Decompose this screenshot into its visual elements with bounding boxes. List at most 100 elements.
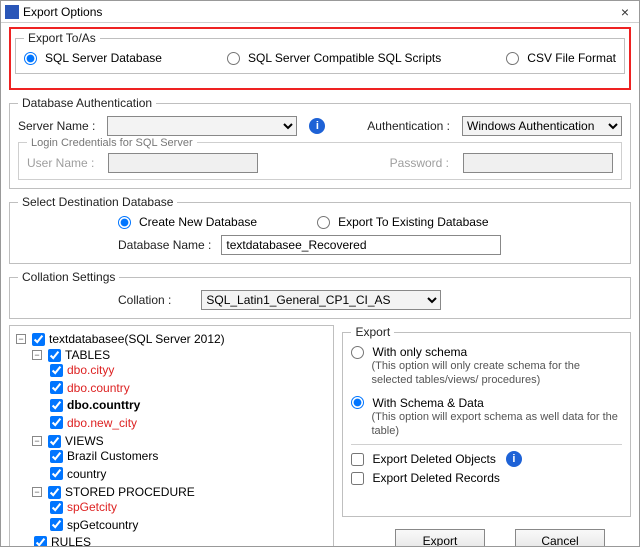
radio-csv-label: CSV File Format xyxy=(527,51,616,65)
tree-check[interactable] xyxy=(50,399,63,412)
check-deleted-objects-input[interactable] xyxy=(351,453,364,466)
server-name-select[interactable] xyxy=(107,116,297,136)
export-button[interactable]: Export xyxy=(395,529,485,547)
check-deleted-records-label: Export Deleted Records xyxy=(372,471,499,485)
radio-schema-data[interactable]: With Schema & Data xyxy=(351,396,622,410)
radio-schema-only-label: With only schema xyxy=(372,345,467,359)
username-input xyxy=(108,153,258,173)
db-name-label: Database Name : xyxy=(118,238,211,252)
tree-item-label: dbo.counttry xyxy=(67,398,140,412)
export-to-legend: Export To/As xyxy=(24,31,100,45)
tree-item-label: RULES xyxy=(51,535,91,547)
password-label: Password : xyxy=(390,156,449,170)
tree-item-label: dbo.cityy xyxy=(67,363,114,377)
tree-table-item[interactable]: dbo.counttry xyxy=(48,398,140,412)
radio-create-new-db-input[interactable] xyxy=(118,216,131,229)
tree-check[interactable] xyxy=(50,416,63,429)
object-tree[interactable]: − textdatabasee(SQL Server 2012) − TABLE… xyxy=(9,325,334,547)
radio-create-new-db[interactable]: Create New Database xyxy=(118,215,257,229)
radio-create-new-db-label: Create New Database xyxy=(139,215,257,229)
server-name-label: Server Name : xyxy=(18,119,95,133)
tree-views-check[interactable] xyxy=(48,435,61,448)
tree-tables-label: TABLES xyxy=(65,348,110,362)
radio-sql-server-db-input[interactable] xyxy=(24,52,37,65)
tree-tables[interactable]: − TABLES xyxy=(32,348,110,362)
separator xyxy=(351,444,622,445)
tree-views-label: VIEWS xyxy=(65,434,104,448)
check-deleted-objects-label: Export Deleted Objects xyxy=(372,452,495,466)
login-credentials-title: Login Credentials for SQL Server xyxy=(27,137,197,149)
export-to-group: Export To/As SQL Server Database SQL Ser… xyxy=(15,31,625,74)
radio-schema-only-input[interactable] xyxy=(351,346,364,359)
tree-view-item[interactable]: Brazil Customers xyxy=(48,449,158,463)
app-icon xyxy=(5,5,19,19)
tree-tables-check[interactable] xyxy=(48,349,61,362)
login-credentials-group: Login Credentials for SQL Server User Na… xyxy=(18,142,622,180)
export-to-highlight: Export To/As SQL Server Database SQL Ser… xyxy=(9,27,631,90)
tree-check[interactable] xyxy=(34,536,47,547)
destination-legend: Select Destination Database xyxy=(18,195,177,209)
collapse-icon[interactable]: − xyxy=(32,487,42,497)
tree-views[interactable]: − VIEWS xyxy=(32,434,104,448)
tree-check[interactable] xyxy=(50,450,63,463)
check-deleted-records[interactable]: Export Deleted Records xyxy=(351,471,622,485)
radio-csv-input[interactable] xyxy=(506,52,519,65)
radio-export-existing-input[interactable] xyxy=(317,216,330,229)
db-auth-legend: Database Authentication xyxy=(18,96,156,110)
tree-root-label: textdatabasee(SQL Server 2012) xyxy=(49,332,225,346)
tree-item-label: spGetcountry xyxy=(67,518,138,532)
tree-sp-item[interactable]: spGetcity xyxy=(48,500,117,514)
info-icon[interactable]: i xyxy=(309,118,325,134)
tree-item-label: spGetcity xyxy=(67,500,117,514)
radio-sql-server-db[interactable]: SQL Server Database xyxy=(24,51,162,65)
export-options-group: Export With only schema (This option wil… xyxy=(342,325,631,517)
tree-check[interactable] xyxy=(50,381,63,394)
check-deleted-records-input[interactable] xyxy=(351,472,364,485)
password-input xyxy=(463,153,613,173)
tree-view-item[interactable]: country xyxy=(48,467,106,481)
tree-check[interactable] xyxy=(50,501,63,514)
tree-root-check[interactable] xyxy=(32,333,45,346)
radio-sql-scripts-input[interactable] xyxy=(227,52,240,65)
collation-legend: Collation Settings xyxy=(18,270,119,284)
radio-sql-scripts[interactable]: SQL Server Compatible SQL Scripts xyxy=(227,51,441,65)
tree-sp-label: STORED PROCEDURE xyxy=(65,485,195,499)
tree-check[interactable] xyxy=(50,364,63,377)
collapse-icon[interactable]: − xyxy=(16,334,26,344)
collation-select[interactable]: SQL_Latin1_General_CP1_CI_AS xyxy=(201,290,441,310)
title-bar: Export Options × xyxy=(1,1,639,23)
radio-export-existing[interactable]: Export To Existing Database xyxy=(317,215,489,229)
tree-item-label: Brazil Customers xyxy=(67,449,158,463)
tree-rules[interactable]: RULES xyxy=(32,535,91,547)
db-name-input[interactable] xyxy=(221,235,501,255)
tree-table-item[interactable]: dbo.country xyxy=(48,381,130,395)
schema-only-hint: (This option will only create schema for… xyxy=(351,359,622,388)
tree-root[interactable]: − textdatabasee(SQL Server 2012) xyxy=(16,332,225,346)
tree-table-item[interactable]: dbo.new_city xyxy=(48,416,137,430)
auth-select[interactable]: Windows Authentication xyxy=(462,116,622,136)
close-button[interactable]: × xyxy=(615,4,635,20)
collapse-icon[interactable]: − xyxy=(32,350,42,360)
export-options-window: Export Options × Export To/As SQL Server… xyxy=(0,0,640,547)
tree-item-label: dbo.country xyxy=(67,381,130,395)
destination-group: Select Destination Database Create New D… xyxy=(9,195,631,264)
window-title: Export Options xyxy=(23,5,102,19)
username-label: User Name : xyxy=(27,156,94,170)
radio-schema-data-input[interactable] xyxy=(351,396,364,409)
tree-stored-procedures[interactable]: − STORED PROCEDURE xyxy=(32,485,195,499)
export-options-legend: Export xyxy=(351,325,394,339)
radio-csv[interactable]: CSV File Format xyxy=(506,51,616,65)
info-icon[interactable]: i xyxy=(506,451,522,467)
cancel-button[interactable]: Cancel xyxy=(515,529,605,547)
db-auth-group: Database Authentication Server Name : i … xyxy=(9,96,631,189)
tree-check[interactable] xyxy=(50,518,63,531)
check-deleted-objects[interactable]: Export Deleted Objects i xyxy=(351,451,622,467)
radio-export-existing-label: Export To Existing Database xyxy=(338,215,489,229)
collapse-icon[interactable]: − xyxy=(32,436,42,446)
tree-sp-check[interactable] xyxy=(48,486,61,499)
tree-sp-item[interactable]: spGetcountry xyxy=(48,518,138,532)
tree-table-item[interactable]: dbo.cityy xyxy=(48,363,114,377)
radio-schema-only[interactable]: With only schema xyxy=(351,345,622,359)
tree-check[interactable] xyxy=(50,467,63,480)
schema-data-hint: (This option will export schema as well … xyxy=(351,410,622,439)
